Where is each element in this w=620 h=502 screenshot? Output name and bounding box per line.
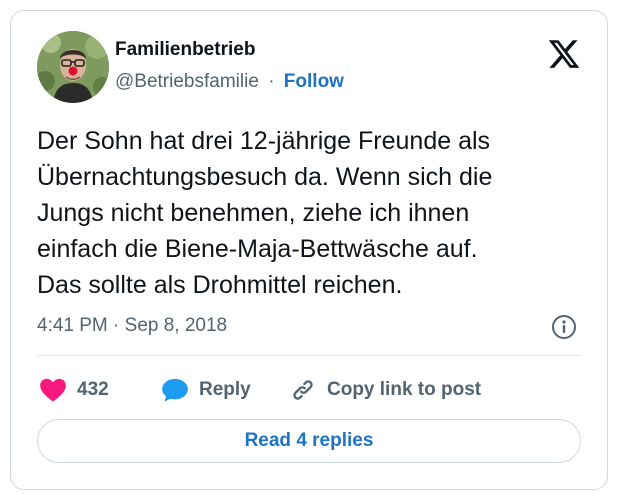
avatar-image [37, 31, 109, 103]
tweet-timestamp[interactable]: 4:41 PM · Sep 8, 2018 [37, 315, 227, 337]
reply-button[interactable]: Reply [161, 373, 251, 407]
avatar[interactable] [37, 31, 109, 103]
copy-link-label: Copy link to post [327, 379, 482, 400]
tweet-card: Familienbetrieb @Betriebsfamilie · Follo… [10, 10, 608, 490]
like-button[interactable]: 432 [39, 373, 109, 407]
reply-label: Reply [199, 379, 251, 400]
tweet-text-line: Jungs nicht benehmen, ziehe ich ihnen [37, 199, 470, 227]
link-icon [293, 380, 313, 400]
tweet-text-line: Der Sohn hat drei 12-jährige Freunde als [37, 127, 491, 155]
read-replies-label: Read 4 replies [244, 430, 374, 451]
tweet-text-line: einfach die Biene-Maja-Bettwäsche auf. [37, 235, 478, 263]
tweet-text-line: Übernachtungsbesuch da. Wenn sich die [37, 163, 493, 191]
tweet-text: Der Sohn hat drei 12-jährige Freunde als… [37, 123, 593, 303]
separator-dot: · [268, 71, 275, 92]
info-icon[interactable] [551, 314, 577, 340]
author-handle-line: @Betriebsfamilie · Follow [115, 71, 344, 93]
tweet-text-line: Das sollte als Drohmittel reichen. [37, 271, 403, 299]
like-count: 432 [77, 379, 109, 400]
author-display-name[interactable]: Familienbetrieb [115, 39, 255, 61]
x-logo-icon[interactable] [547, 37, 581, 71]
divider [37, 355, 581, 356]
heart-icon [40, 378, 66, 402]
copy-link-button[interactable]: Copy link to post [289, 373, 481, 407]
read-replies-button[interactable]: Read 4 replies [37, 419, 581, 463]
speech-bubble-icon [162, 378, 188, 402]
follow-link[interactable]: Follow [284, 71, 344, 92]
author-handle[interactable]: @Betriebsfamilie [115, 71, 259, 92]
